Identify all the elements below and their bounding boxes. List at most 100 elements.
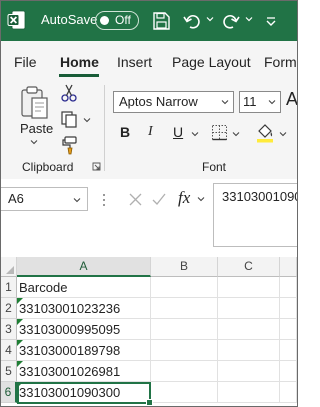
cell-empty[interactable] bbox=[218, 361, 280, 382]
cell-empty[interactable] bbox=[280, 319, 297, 340]
ribbon-home: Paste Clipboard Aptos Narrow 11 A B I U … bbox=[1, 79, 297, 180]
active-cell-border bbox=[17, 382, 153, 406]
format-painter-icon[interactable] bbox=[59, 135, 79, 155]
excel-logo-icon bbox=[7, 10, 26, 30]
cell-a[interactable]: 33103001026981 bbox=[17, 361, 151, 382]
worksheet-grid: A B C 1 Barcode 2 33103001023236 3 3310300099… bbox=[1, 257, 297, 406]
error-indicator-icon[interactable] bbox=[17, 361, 23, 367]
font-name-value: Aptos Narrow bbox=[119, 94, 198, 109]
cell-empty[interactable] bbox=[218, 319, 280, 340]
row-header[interactable]: 4 bbox=[1, 340, 17, 361]
fill-color-dropdown-icon[interactable] bbox=[279, 130, 287, 138]
title-bar: AutoSave Off bbox=[1, 1, 297, 41]
cell-a[interactable]: 33103000995095 bbox=[17, 319, 151, 340]
name-box[interactable]: A6 bbox=[1, 187, 88, 211]
ribbon-tabs: File Home Insert Page Layout Formu bbox=[1, 41, 297, 79]
cell-empty[interactable] bbox=[151, 361, 218, 382]
cell-empty[interactable] bbox=[151, 277, 218, 298]
underline-button[interactable]: U bbox=[173, 124, 183, 140]
chevron-down-icon bbox=[221, 100, 229, 105]
tab-formulas[interactable]: Formu bbox=[264, 54, 297, 70]
formula-input[interactable]: 33103001090300 bbox=[213, 183, 297, 247]
cell-value: Barcode bbox=[19, 280, 68, 295]
borders-icon[interactable] bbox=[211, 124, 228, 141]
tab-home[interactable]: Home bbox=[60, 54, 99, 70]
paste-dropdown-icon[interactable] bbox=[30, 138, 38, 146]
column-header-b[interactable]: B bbox=[151, 257, 218, 277]
increase-font-size-button[interactable]: A bbox=[286, 89, 297, 110]
clipboard-dialog-launcher-icon[interactable] bbox=[92, 162, 101, 171]
italic-button[interactable]: I bbox=[148, 124, 153, 140]
chevron-down-icon[interactable] bbox=[197, 195, 205, 203]
row-header[interactable]: 6 bbox=[1, 382, 17, 403]
cell-empty[interactable] bbox=[280, 277, 297, 298]
name-box-value: A6 bbox=[8, 191, 24, 206]
cell-value: 33103000995095 bbox=[19, 322, 121, 337]
cell-a[interactable]: 33103000189798 bbox=[17, 340, 151, 361]
tab-page-layout[interactable]: Page Layout bbox=[172, 54, 251, 70]
paste-icon[interactable] bbox=[19, 85, 51, 121]
autosave-toggle[interactable]: Off bbox=[95, 11, 139, 30]
column-header-c[interactable]: C bbox=[218, 257, 280, 277]
cell-a[interactable]: 33103001023236 bbox=[17, 298, 151, 319]
formula-bar: A6 fx 33103001090300 bbox=[1, 179, 297, 257]
cell-empty[interactable] bbox=[151, 340, 218, 361]
font-group-label: Font bbox=[202, 160, 227, 174]
ribbon-separator bbox=[104, 85, 105, 171]
error-indicator-icon[interactable] bbox=[17, 340, 23, 346]
chevron-down-icon bbox=[268, 100, 276, 105]
underline-dropdown-icon[interactable] bbox=[191, 130, 199, 138]
bold-button[interactable]: B bbox=[120, 124, 130, 140]
undo-dropdown-icon[interactable] bbox=[206, 15, 214, 23]
copy-dropdown-icon[interactable] bbox=[83, 116, 91, 124]
select-all-button[interactable] bbox=[1, 257, 17, 277]
chevron-down-icon bbox=[73, 198, 81, 203]
confirm-entry-icon[interactable] bbox=[151, 192, 167, 207]
tab-home-underline bbox=[59, 74, 99, 77]
column-header-a[interactable]: A bbox=[17, 257, 151, 277]
autosave-state: Off bbox=[115, 13, 131, 27]
font-size-select[interactable]: 11 bbox=[239, 91, 281, 113]
cell-empty[interactable] bbox=[151, 298, 218, 319]
cell-empty[interactable] bbox=[280, 382, 297, 403]
row-header[interactable]: 5 bbox=[1, 361, 17, 382]
redo-dropdown-icon[interactable] bbox=[245, 15, 253, 23]
paste-label[interactable]: Paste bbox=[20, 121, 53, 136]
font-size-value: 11 bbox=[243, 94, 257, 109]
row-header[interactable]: 2 bbox=[1, 298, 17, 319]
row-header[interactable]: 3 bbox=[1, 319, 17, 340]
cell-empty[interactable] bbox=[280, 361, 297, 382]
error-indicator-icon[interactable] bbox=[17, 319, 23, 325]
redo-icon[interactable] bbox=[220, 10, 242, 32]
cell-empty[interactable] bbox=[218, 277, 280, 298]
fill-color-icon[interactable] bbox=[255, 122, 275, 143]
customize-qat-icon[interactable] bbox=[260, 10, 282, 32]
cell-value: 33103001023236 bbox=[19, 301, 121, 316]
borders-dropdown-icon[interactable] bbox=[232, 130, 240, 138]
formula-bar-grip-icon[interactable] bbox=[102, 193, 106, 207]
cell-empty[interactable] bbox=[151, 319, 218, 340]
row-header[interactable]: 1 bbox=[1, 277, 17, 298]
cell-value: 33103000189798 bbox=[19, 343, 121, 358]
error-indicator-icon[interactable] bbox=[17, 298, 23, 304]
tab-insert[interactable]: Insert bbox=[117, 54, 152, 70]
save-icon[interactable] bbox=[150, 10, 172, 32]
cell-empty[interactable] bbox=[280, 298, 297, 319]
clipboard-group-label: Clipboard bbox=[22, 160, 74, 174]
cell-empty[interactable] bbox=[151, 382, 218, 403]
copy-icon[interactable] bbox=[59, 109, 79, 129]
cancel-entry-icon[interactable] bbox=[128, 192, 143, 207]
cut-icon[interactable] bbox=[59, 83, 79, 103]
undo-icon[interactable] bbox=[181, 10, 203, 32]
insert-function-button[interactable]: fx bbox=[178, 188, 190, 208]
autosave-label: AutoSave bbox=[41, 12, 98, 27]
font-name-select[interactable]: Aptos Narrow bbox=[113, 91, 234, 113]
tab-file[interactable]: File bbox=[14, 54, 37, 70]
cell-empty[interactable] bbox=[218, 298, 280, 319]
column-header-d[interactable] bbox=[280, 257, 297, 277]
cell-a[interactable]: Barcode bbox=[17, 277, 151, 298]
cell-empty[interactable] bbox=[218, 340, 280, 361]
cell-empty[interactable] bbox=[280, 340, 297, 361]
cell-empty[interactable] bbox=[218, 382, 280, 403]
fill-handle[interactable] bbox=[146, 399, 153, 406]
